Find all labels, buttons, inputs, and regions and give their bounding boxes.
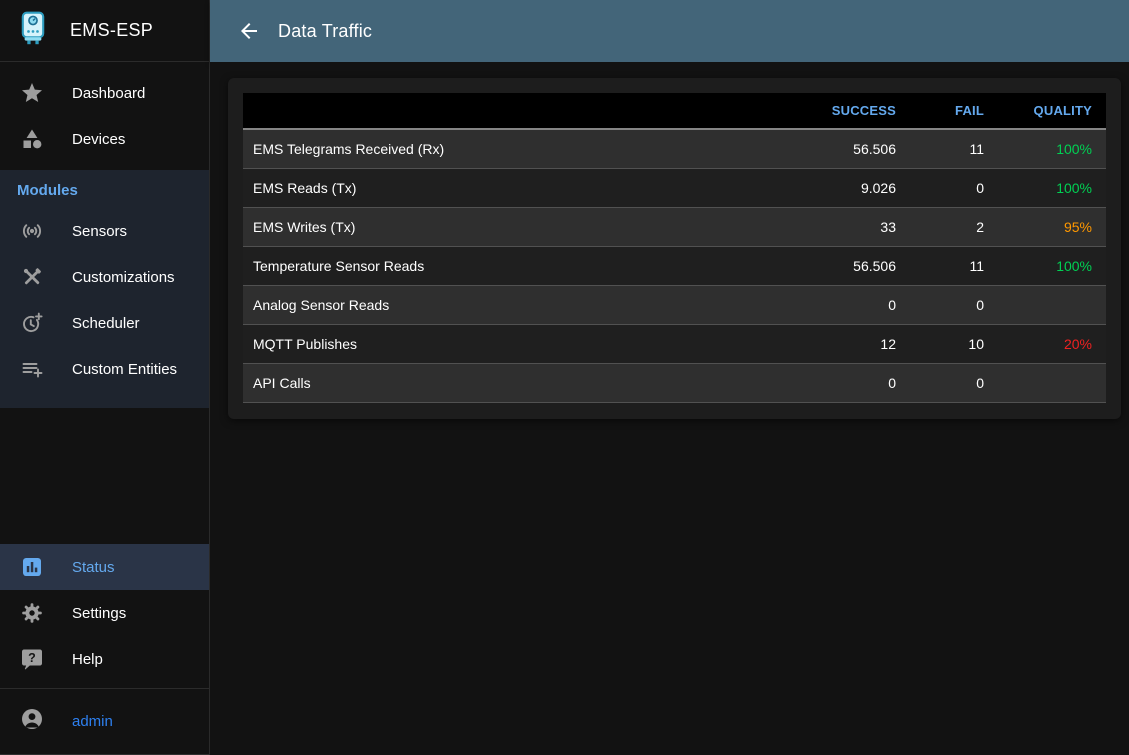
boiler-logo-icon [15,10,51,51]
data-traffic-panel: SUCCESS FAIL QUALITY EMS Telegrams Recei… [228,78,1121,419]
row-quality-cell: 100% [998,168,1106,207]
category-icon [20,127,44,151]
row-success-cell: 33 [790,207,910,246]
svg-text:?: ? [28,651,36,665]
tools-icon [20,265,44,289]
sensors-icon [20,219,44,243]
table-row: Temperature Sensor Reads 56.506 11 100% [243,246,1106,285]
account-circle-icon [20,707,44,736]
app-bar: Data Traffic [210,0,1129,62]
sidebar-item-label: Sensors [72,223,127,240]
row-success-cell: 0 [790,285,910,324]
arrow-back-icon [237,19,261,43]
row-quality-cell: 95% [998,207,1106,246]
sidebar-item-label: Devices [72,131,125,148]
sidebar-item-settings[interactable]: Settings [0,590,209,636]
clock-plus-icon [20,311,44,335]
row-fail-cell: 0 [910,168,998,207]
sidebar-item-help[interactable]: ? Help [0,636,209,682]
row-name-cell: EMS Telegrams Received (Rx) [243,129,790,168]
row-fail-cell: 11 [910,129,998,168]
row-fail-cell: 11 [910,246,998,285]
table-row: EMS Writes (Tx) 33 2 95% [243,207,1106,246]
sidebar-item-devices[interactable]: Devices [0,116,209,162]
sidebar-item-label: Custom Entities [72,361,177,378]
sidebar-item-sensors[interactable]: Sensors [0,208,209,254]
data-traffic-table: SUCCESS FAIL QUALITY EMS Telegrams Recei… [243,93,1106,403]
sidebar-user-admin[interactable]: admin [0,689,209,755]
row-name-cell: Temperature Sensor Reads [243,246,790,285]
row-quality-cell: 100% [998,246,1106,285]
page-title: Data Traffic [278,21,372,42]
sidebar-item-label: Settings [72,605,126,622]
sidebar-modules-section: Modules Sensors [0,170,209,408]
row-success-cell: 9.026 [790,168,910,207]
sidebar-item-scheduler[interactable]: Scheduler [0,300,209,346]
column-header-name [243,93,790,129]
playlist-add-icon [20,357,44,381]
row-fail-cell: 0 [910,363,998,402]
row-quality-cell [998,363,1106,402]
gear-icon [20,601,44,625]
user-name: admin [72,713,113,730]
row-name-cell: Analog Sensor Reads [243,285,790,324]
sidebar-bottom-nav: Status Settings [0,544,209,682]
row-fail-cell: 10 [910,324,998,363]
table-row: API Calls 0 0 [243,363,1106,402]
column-header-fail: FAIL [910,93,998,129]
app-window: EMS-ESP Dashboard De [0,0,1129,755]
sidebar-item-label: Scheduler [72,315,140,332]
sidebar-top-nav: Dashboard Devices [0,62,209,162]
column-header-success: SUCCESS [790,93,910,129]
sidebar-item-label: Help [72,651,103,668]
app-title: EMS-ESP [70,20,153,41]
help-bubble-icon: ? [20,647,44,671]
row-quality-cell [998,285,1106,324]
sidebar-item-label: Dashboard [72,85,145,102]
sidebar-item-custom-entities[interactable]: Custom Entities [0,346,209,392]
row-quality-cell: 20% [998,324,1106,363]
sidebar-item-label: Customizations [72,269,175,286]
row-success-cell: 56.506 [790,246,910,285]
main-area: Data Traffic SUCCESS FAIL QUALITY [210,0,1129,755]
sidebar: EMS-ESP Dashboard De [0,0,210,755]
sidebar-item-label: Status [72,559,115,576]
row-fail-cell: 0 [910,285,998,324]
table-row: MQTT Publishes 12 10 20% [243,324,1106,363]
column-header-quality: QUALITY [998,93,1106,129]
content-area: SUCCESS FAIL QUALITY EMS Telegrams Recei… [210,62,1129,755]
table-header-row: SUCCESS FAIL QUALITY [243,93,1106,129]
row-name-cell: API Calls [243,363,790,402]
row-name-cell: EMS Writes (Tx) [243,207,790,246]
row-fail-cell: 2 [910,207,998,246]
table-row: EMS Reads (Tx) 9.026 0 100% [243,168,1106,207]
row-success-cell: 12 [790,324,910,363]
sidebar-item-customizations[interactable]: Customizations [0,254,209,300]
back-button[interactable] [231,13,267,49]
sidebar-item-dashboard[interactable]: Dashboard [0,70,209,116]
row-success-cell: 0 [790,363,910,402]
table-row: Analog Sensor Reads 0 0 [243,285,1106,324]
modules-subheader: Modules [0,170,209,208]
sidebar-item-status[interactable]: Status [0,544,209,590]
row-quality-cell: 100% [998,129,1106,168]
row-name-cell: EMS Reads (Tx) [243,168,790,207]
row-success-cell: 56.506 [790,129,910,168]
sidebar-spacer [0,408,209,544]
table-row: EMS Telegrams Received (Rx) 56.506 11 10… [243,129,1106,168]
star-icon [20,81,44,105]
row-name-cell: MQTT Publishes [243,324,790,363]
bar-chart-icon [20,555,44,579]
app-logo-row: EMS-ESP [0,0,209,62]
